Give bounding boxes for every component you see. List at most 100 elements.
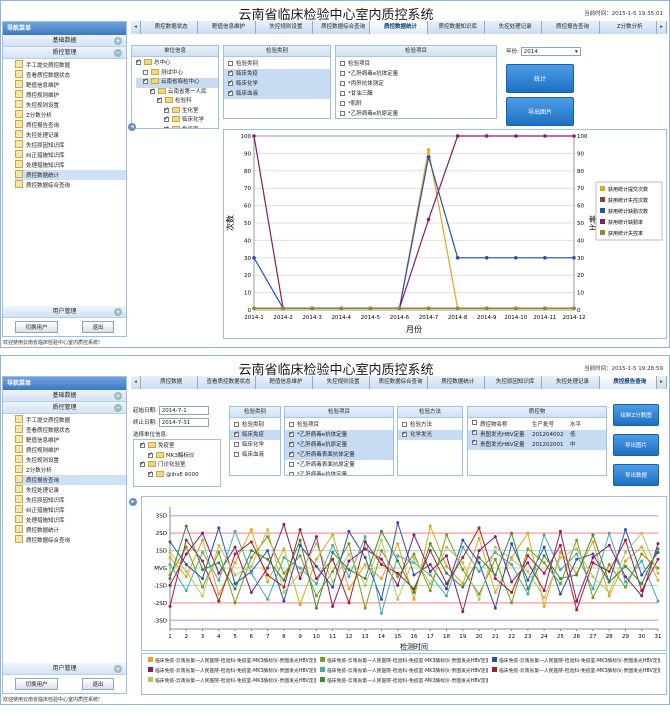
checkbox[interactable] <box>340 81 345 86</box>
checkbox[interactable] <box>340 71 345 76</box>
list-row[interactable]: 临床血液 <box>224 89 330 99</box>
checkbox[interactable] <box>340 91 345 96</box>
tree-node[interactable]: 测试中心 <box>136 68 218 79</box>
export-image-button[interactable]: 导出图片 <box>506 97 574 126</box>
list-row[interactable]: 临床化学 <box>224 79 330 89</box>
tab-item[interactable]: 质控数据 <box>141 376 199 389</box>
checkbox[interactable] <box>234 452 239 457</box>
sidebar-item[interactable]: 质控数据统计 <box>15 525 126 535</box>
section-qc-management[interactable]: 质控管理 − <box>3 402 126 414</box>
list-row[interactable]: *乙肝病毒表面抗体定量 <box>285 450 393 460</box>
list-row[interactable]: 检验类别 <box>230 420 280 430</box>
checkbox[interactable] <box>340 111 345 116</box>
checkbox[interactable] <box>164 124 169 128</box>
tab-item[interactable]: 失控处理记录 <box>542 376 600 389</box>
tree-node[interactable]: 免疫室 <box>136 124 218 128</box>
sidebar-item[interactable]: 查看质控数据状态 <box>15 425 126 435</box>
checkbox[interactable] <box>472 430 477 437</box>
start-date-input[interactable]: 2014-7-1 <box>158 406 209 415</box>
tab-item[interactable]: 质控数据知识库 <box>427 21 485 34</box>
sidebar-item[interactable]: 质控报告查询 <box>15 475 126 485</box>
sidebar-item[interactable]: 失控原因知识库 <box>15 495 126 505</box>
section-user-management[interactable]: 用户管理 + <box>3 306 126 318</box>
sidebar-item[interactable]: 手工提交质控数据 <box>15 415 126 425</box>
checkbox[interactable] <box>289 462 294 467</box>
sidebar-item[interactable]: 失控规则设置 <box>15 100 126 110</box>
tab-item[interactable]: 失控处理记录 <box>484 21 543 34</box>
tree-node[interactable]: 云南省第一人民 <box>136 86 218 98</box>
tab-item[interactable]: 失控规则设置 <box>312 376 371 389</box>
sidebar-item[interactable]: 质控报告查询 <box>15 120 126 130</box>
list-row[interactable]: 临床血液 <box>230 450 280 460</box>
checkbox[interactable] <box>472 420 477 425</box>
sidebar-item[interactable]: 质控数据统计 <box>15 170 126 180</box>
tree-node[interactable]: 检验科 <box>136 95 218 107</box>
draw-zscore-button[interactable]: 绘制Z分数图 <box>613 404 659 426</box>
exit-button[interactable]: 退出 <box>82 678 114 690</box>
list-row[interactable]: *甘油三酯 <box>336 89 496 99</box>
export-data-button[interactable]: 导出数据 <box>613 464 659 486</box>
checkbox[interactable] <box>289 440 294 449</box>
tab-scroll-left-icon[interactable]: ◂ <box>131 376 141 389</box>
tab-item[interactable]: 靶值信息维护 <box>255 376 313 389</box>
switch-user-button[interactable]: 切换用户 <box>15 678 58 690</box>
list-row[interactable]: 检验方法 <box>398 420 462 430</box>
sidebar-item[interactable]: 靶值信息维护 <box>15 80 126 90</box>
list-row[interactable]: 检验类别 <box>224 59 330 69</box>
qc-row[interactable]: 贵图发光HBV定量 201202001 中 <box>468 440 606 450</box>
checkbox[interactable] <box>148 469 153 478</box>
tab-item[interactable]: 查看质控数据状态 <box>198 376 256 389</box>
list-row[interactable]: 检验项目 <box>285 420 393 430</box>
checkbox[interactable] <box>157 95 162 105</box>
tree-node[interactable]: @ihsE 6000 <box>140 469 220 481</box>
section-qc-management[interactable]: 质控管理 − <box>3 47 126 59</box>
tab-item[interactable]: 质控数据状态 <box>141 21 199 34</box>
checkbox[interactable] <box>472 440 477 447</box>
list-row[interactable]: 临床化学 <box>230 440 280 450</box>
sidebar-item[interactable]: 靶值信息维护 <box>15 435 126 445</box>
switch-user-button[interactable]: 切换用户 <box>15 321 58 333</box>
tree-node[interactable]: MK3酶标仪 <box>140 450 220 462</box>
checkbox[interactable] <box>402 422 407 427</box>
sidebar-item[interactable]: 质控规则维护 <box>15 90 126 100</box>
end-date-input[interactable]: 2014-7-31 <box>158 418 209 427</box>
exit-button[interactable]: 退出 <box>82 321 114 333</box>
checkbox[interactable] <box>140 459 145 469</box>
sidebar-item[interactable]: 失控处理记录 <box>15 485 126 495</box>
list-row[interactable]: *乙肝病毒e抗体定量 <box>285 430 393 440</box>
checkbox[interactable] <box>164 105 169 114</box>
checkbox[interactable] <box>234 442 239 447</box>
list-row[interactable]: *乙肝病毒表面抗原定量 <box>285 460 393 470</box>
checkbox[interactable] <box>340 61 345 66</box>
sidebar-item[interactable]: 纠正措施知识库 <box>15 150 126 160</box>
checkbox[interactable] <box>402 430 407 439</box>
list-row[interactable]: *肌酐 <box>336 99 496 109</box>
checkbox[interactable] <box>340 101 345 106</box>
checkbox[interactable] <box>140 440 145 450</box>
checkbox[interactable] <box>143 76 148 86</box>
tab-item[interactable]: 靶值信息维护 <box>198 21 256 34</box>
list-row[interactable]: *乙肝病毒e抗原定量 <box>285 440 393 450</box>
sidebar-item[interactable]: 处理措施知识库 <box>15 515 126 525</box>
sidebar-item[interactable]: 手工提交质控数据 <box>15 60 126 70</box>
collapse-panel-icon[interactable]: ▸ <box>129 498 137 506</box>
qc-row[interactable]: 质控物名称 生产批号 水平 <box>468 420 606 430</box>
sidebar-item[interactable]: 纠正措施知识库 <box>15 505 126 515</box>
tree-node[interactable]: 云南省临检中心 <box>136 76 218 88</box>
list-row[interactable]: *乙肝病毒e抗体定量 <box>336 69 496 79</box>
section-basic-data[interactable]: 基础数据 + <box>3 35 126 47</box>
sidebar-item[interactable]: Z分数分析 <box>15 465 126 475</box>
qc-row[interactable]: 贵图发光HBV定量 201204002 低 <box>468 430 606 440</box>
sidebar-item[interactable]: 处理措施知识库 <box>15 160 126 170</box>
checkbox[interactable] <box>289 430 294 439</box>
tab-scroll-right-icon[interactable]: ▸ <box>656 376 667 389</box>
list-row[interactable]: 化学发光 <box>398 430 462 440</box>
list-row[interactable]: *丙肝抗体测定 <box>336 79 496 89</box>
tree-node[interactable]: 总中心 <box>136 57 218 69</box>
section-user-management[interactable]: 用户管理 + <box>3 663 126 675</box>
sidebar-item[interactable]: 失控规则设置 <box>15 455 126 465</box>
tab-item[interactable]: 质控数据综合查询 <box>312 21 371 34</box>
tab-item[interactable]: 失控规则设置 <box>255 21 313 34</box>
year-select[interactable]: 年份: 2014 ▾ <box>506 47 581 56</box>
export-image-button[interactable]: 导出图片 <box>613 434 659 456</box>
